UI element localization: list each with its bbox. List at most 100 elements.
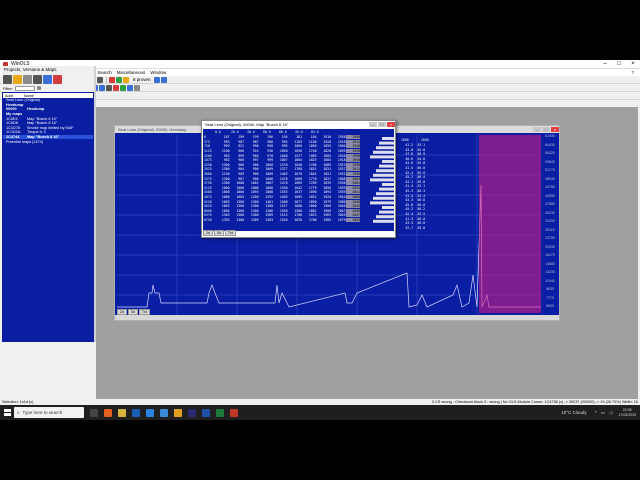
map-tab-2d[interactable]: 2d [203,230,213,236]
map-cell[interactable]: 1740 [302,149,317,153]
map-cell[interactable]: 2043 [345,217,360,222]
map-cell[interactable]: 1936 [331,181,346,185]
tree-item[interactable]: 1C5D8 Map "Bosch 8 16" [3,121,93,126]
sidebar-folder-icon[interactable] [13,74,22,84]
map-cell[interactable]: 1003 [215,200,230,204]
filter-clear-icon[interactable] [37,86,41,90]
map-cell[interactable]: 1985 [317,218,331,222]
map-cell[interactable]: 1801 [302,209,317,213]
map-cell[interactable]: 1003 [230,195,244,199]
volume-icon[interactable]: ◁ [609,410,612,416]
map-cell[interactable]: 1309 [259,213,273,217]
map-maximize-button[interactable]: □ [378,122,386,127]
map-cell[interactable]: 1939 [331,186,346,190]
map-cell[interactable]: 999 [230,154,244,158]
minus-icon[interactable] [127,84,133,91]
map-cell[interactable]: 966 [244,154,259,158]
map-cell[interactable]: 1708 [302,218,317,222]
map-cell[interactable]: 1478 [273,177,288,181]
map-cell[interactable]: 1766 [302,163,317,167]
map-cell[interactable]: 922 [230,144,244,148]
map-cell[interactable]: 906 [244,177,259,181]
map-cell[interactable]: 2040 [331,204,346,208]
map-cell[interactable]: 1048 [273,154,288,158]
map-minimize-button[interactable]: – [369,122,377,127]
menu-window[interactable]: Window [150,70,166,75]
map-titlebar[interactable]: Seat Leon (Original), 00000, Map "Bosch … [202,121,395,128]
tree-item[interactable]: 1C1D78 Smoke map limited by MAF [3,126,93,131]
map-cell[interactable]: 1820 [317,149,331,153]
map-cell[interactable]: 1851 [317,172,331,176]
map-cell[interactable]: 1309 [244,218,259,222]
map-cell[interactable]: 1000 [230,186,244,190]
premiere-icon[interactable] [188,408,196,417]
map-cell[interactable]: 1831 [317,167,331,171]
map-cell[interactable]: 1300 [215,167,230,171]
map-cell[interactable]: 1920 [331,154,346,158]
map-cell[interactable]: 1944 [331,195,346,199]
map-cell[interactable]: 1890 [302,200,317,204]
map-cell[interactable]: 1050 [302,144,317,148]
column-name[interactable]: Name [22,94,34,98]
map-cell[interactable]: 1980 [331,200,346,204]
map-cell[interactable]: 1570 [273,163,288,167]
map-cell[interactable]: 1958 [345,158,360,163]
map-cell[interactable]: 1637 [288,190,302,194]
link-icon[interactable] [160,76,167,83]
map-cell[interactable]: 936 [259,149,273,153]
map-tab-txt[interactable]: Txt [224,230,236,236]
settings-icon[interactable] [134,84,140,91]
map-cell[interactable]: 1918 [331,158,346,162]
weather-widget[interactable]: 10°C Cloudy [561,410,586,415]
map-cell[interactable]: 1904 [331,144,346,148]
map-cell[interactable]: 1530 [273,186,288,190]
map-cell[interactable]: 1979 [317,200,331,204]
map-cell[interactable]: 1778 [302,177,317,181]
file-explorer-icon[interactable] [118,408,126,417]
edge-icon[interactable] [146,408,154,417]
column-addr[interactable]: Addr. [3,94,14,98]
sidebar-delete-icon[interactable] [3,74,12,84]
map-cell[interactable]: 1300 [230,200,244,204]
map-cell[interactable]: 1620 [288,218,302,222]
map-cell[interactable]: 181 [288,135,302,139]
map-cell[interactable]: 2012 [345,167,360,172]
map-cell[interactable]: 924 [244,149,259,153]
compare-icon[interactable] [116,76,122,83]
map-cell[interactable]: 987 [244,140,259,144]
map-cell[interactable]: 1007 [273,158,288,162]
map-cell[interactable]: 2046 [345,208,360,213]
map-cell[interactable]: 997 [244,158,259,162]
map-cell[interactable]: 1914 [345,139,360,144]
map-cell[interactable]: 1920 [317,140,331,144]
map-cell[interactable]: 990 [244,144,259,148]
map-cell[interactable]: 906 [244,167,259,171]
map-cell[interactable]: 906 [230,163,244,167]
task-view-icon[interactable] [90,408,98,417]
map-cell[interactable]: 1093 [244,190,259,194]
map-cell[interactable]: 195 [273,135,288,139]
steam-icon[interactable] [132,408,140,417]
tree-item[interactable]: Potential maps (1474) [3,139,93,144]
map-cell[interactable]: 1660 [288,177,302,181]
map-cell[interactable]: 1050 [273,149,288,153]
tree-item[interactable]: 1C1D2A Torque lv 3 [3,130,93,135]
filter-input[interactable] [15,85,35,91]
map-cell[interactable]: 1300 [230,213,244,217]
map-cell[interactable]: 1403 [273,195,288,199]
map-cell[interactable]: 1470 [273,181,288,185]
menu-search[interactable]: Search [98,70,112,75]
star-icon[interactable] [123,76,129,83]
map-cell[interactable]: 1823 [302,213,317,217]
map-cell[interactable]: 1916 [331,140,346,144]
map-cell[interactable]: 1885 [317,154,331,158]
map-cell[interactable]: 986 [259,140,273,144]
excel-icon[interactable] [216,408,224,417]
map-cell[interactable]: 1789 [302,181,317,185]
tree-item[interactable]: 1C4744 Map "Bosch 8 16" [3,134,93,140]
map-cell[interactable]: 1920 [345,149,360,154]
map-window[interactable]: Seat Leon (Original), 00000, Map "Bosch … [201,120,396,238]
tree-item[interactable]: 1C5E4 Map "Bosch 8 10" [3,116,93,121]
map-cell[interactable]: 1950 [345,153,360,158]
map-cell[interactable]: 1700 [288,213,302,217]
